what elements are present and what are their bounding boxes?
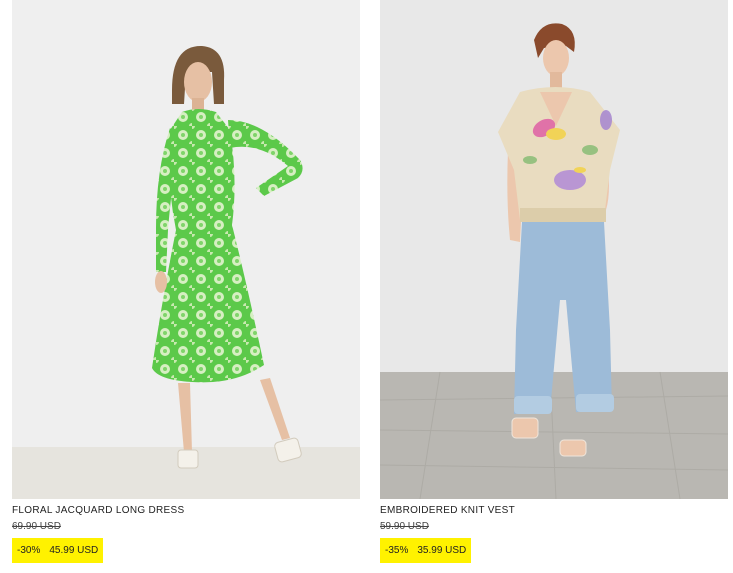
product-name[interactable]: FLORAL JACQUARD LONG DRESS — [12, 505, 184, 516]
discount-percent: -35% — [385, 545, 409, 556]
sale-price: 45.99 USD — [49, 545, 99, 556]
product-image[interactable] — [380, 0, 728, 499]
original-price: 69.90 USD — [12, 521, 61, 532]
sale-badge: -30% 45.99 USD — [12, 538, 104, 563]
sale-price: 35.99 USD — [417, 545, 467, 556]
product-card[interactable]: FLORAL JACQUARD LONG DRESS 69.90 USD -30… — [12, 0, 360, 573]
discount-percent: -30% — [17, 545, 41, 556]
original-price: 59.90 USD — [380, 521, 429, 532]
product-image[interactable] — [12, 0, 360, 499]
sale-badge: -35% 35.99 USD — [380, 538, 472, 563]
product-grid: FLORAL JACQUARD LONG DRESS 69.90 USD -30… — [0, 0, 733, 573]
product-name[interactable]: EMBROIDERED KNIT VEST — [380, 505, 515, 516]
product-card[interactable]: EMBROIDERED KNIT VEST 59.90 USD -35% 35.… — [380, 0, 728, 573]
product-photo-vest — [380, 0, 728, 499]
product-photo-dress — [12, 0, 360, 499]
